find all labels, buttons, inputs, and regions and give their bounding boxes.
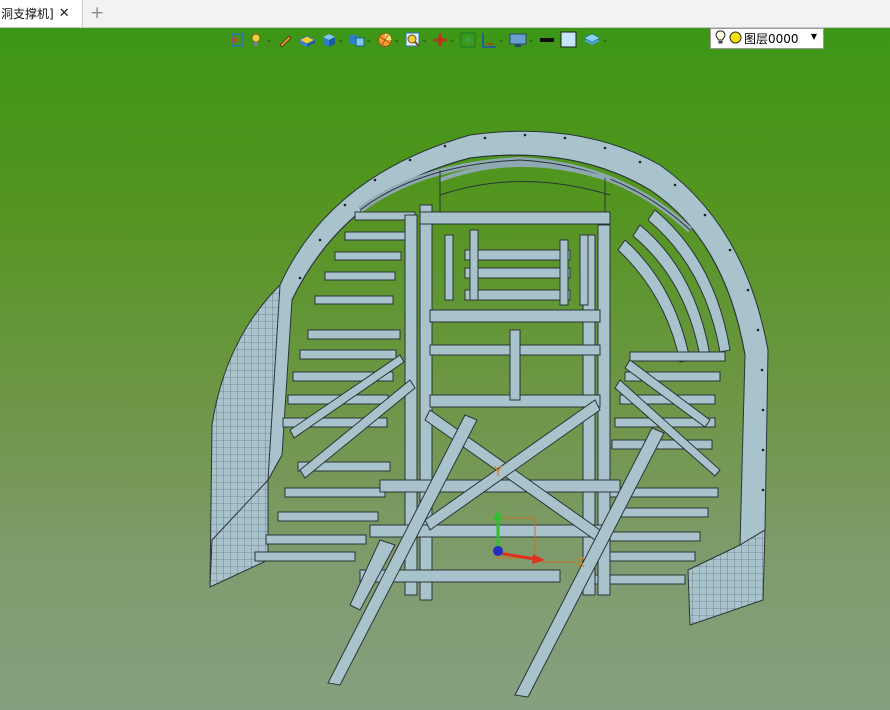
section-pie-icon: [377, 32, 393, 48]
toolbar-pen-button[interactable]: [277, 29, 293, 51]
toolbar-fit-view-button[interactable]: [460, 29, 476, 51]
toolbar-cube-button[interactable]: ⌄: [321, 29, 344, 51]
toolbar-flat-solid-button[interactable]: [297, 29, 316, 51]
x-axis-label: X: [576, 556, 585, 571]
pen-icon: [277, 32, 293, 48]
layer-name: 图层0000: [744, 32, 799, 46]
y-axis-label: Y: [494, 465, 502, 480]
chevron-down-icon: ⌄: [528, 36, 534, 44]
toolbar-zoom-button[interactable]: ⌄: [405, 29, 428, 51]
dropdown-arrow-icon[interactable]: ▼: [811, 32, 817, 41]
toolbar-light-button[interactable]: ⌄: [249, 29, 272, 51]
tunnel-support-model: [209, 130, 769, 698]
dimension-icon: [481, 32, 497, 48]
chevron-down-icon: ⌄: [421, 36, 428, 44]
flat-solid-icon: [297, 32, 316, 48]
pan-icon: [432, 32, 448, 48]
display-monitor-icon: [509, 32, 527, 48]
layer-stack-icon: [583, 32, 601, 48]
toolbar-line-color-button[interactable]: [539, 29, 555, 51]
layer-select[interactable]: 图层0000 ▼: [710, 28, 824, 49]
toolbar-dimension-button[interactable]: ⌄: [481, 29, 504, 51]
toolbar-layer-button[interactable]: ⌄: [583, 29, 608, 51]
chevron-down-icon: ⌄: [365, 36, 372, 44]
line-color-icon: [539, 32, 555, 48]
toolbar-fill-color-button[interactable]: [560, 29, 578, 51]
layer-state-icon[interactable]: [729, 31, 742, 47]
chevron-down-icon: ⌄: [337, 36, 344, 44]
cube-icon: [321, 32, 337, 48]
chevron-down-icon: ⌄: [266, 36, 272, 44]
fill-color-icon: [560, 31, 578, 49]
bulb-icon[interactable]: [715, 30, 726, 48]
toolbar-pan-button[interactable]: ⌄: [432, 29, 455, 51]
toolbar-section-button[interactable]: ⌄: [377, 29, 400, 51]
toolbar-exit-button[interactable]: [228, 29, 244, 51]
chevron-down-icon: ⌄: [602, 36, 608, 44]
exit-icon: [228, 32, 244, 48]
chevron-down-icon: ⌄: [449, 36, 456, 44]
chevron-down-icon: ⌄: [498, 36, 505, 44]
chevron-down-icon: ⌄: [393, 36, 400, 44]
multi-cube-icon: [349, 32, 365, 48]
fit-view-icon: [460, 32, 476, 48]
toolbar-display-button[interactable]: ⌄: [509, 29, 534, 51]
zoom-icon: [405, 32, 421, 48]
toolbar-multi-cube-button[interactable]: ⌄: [349, 29, 372, 51]
light-bulb-pointer-icon: [249, 32, 265, 48]
view-toolbar: ⌄ ⌄ ⌄ ⌄ ⌄ ⌄ ⌄ ⌄ ⌄: [228, 29, 613, 51]
